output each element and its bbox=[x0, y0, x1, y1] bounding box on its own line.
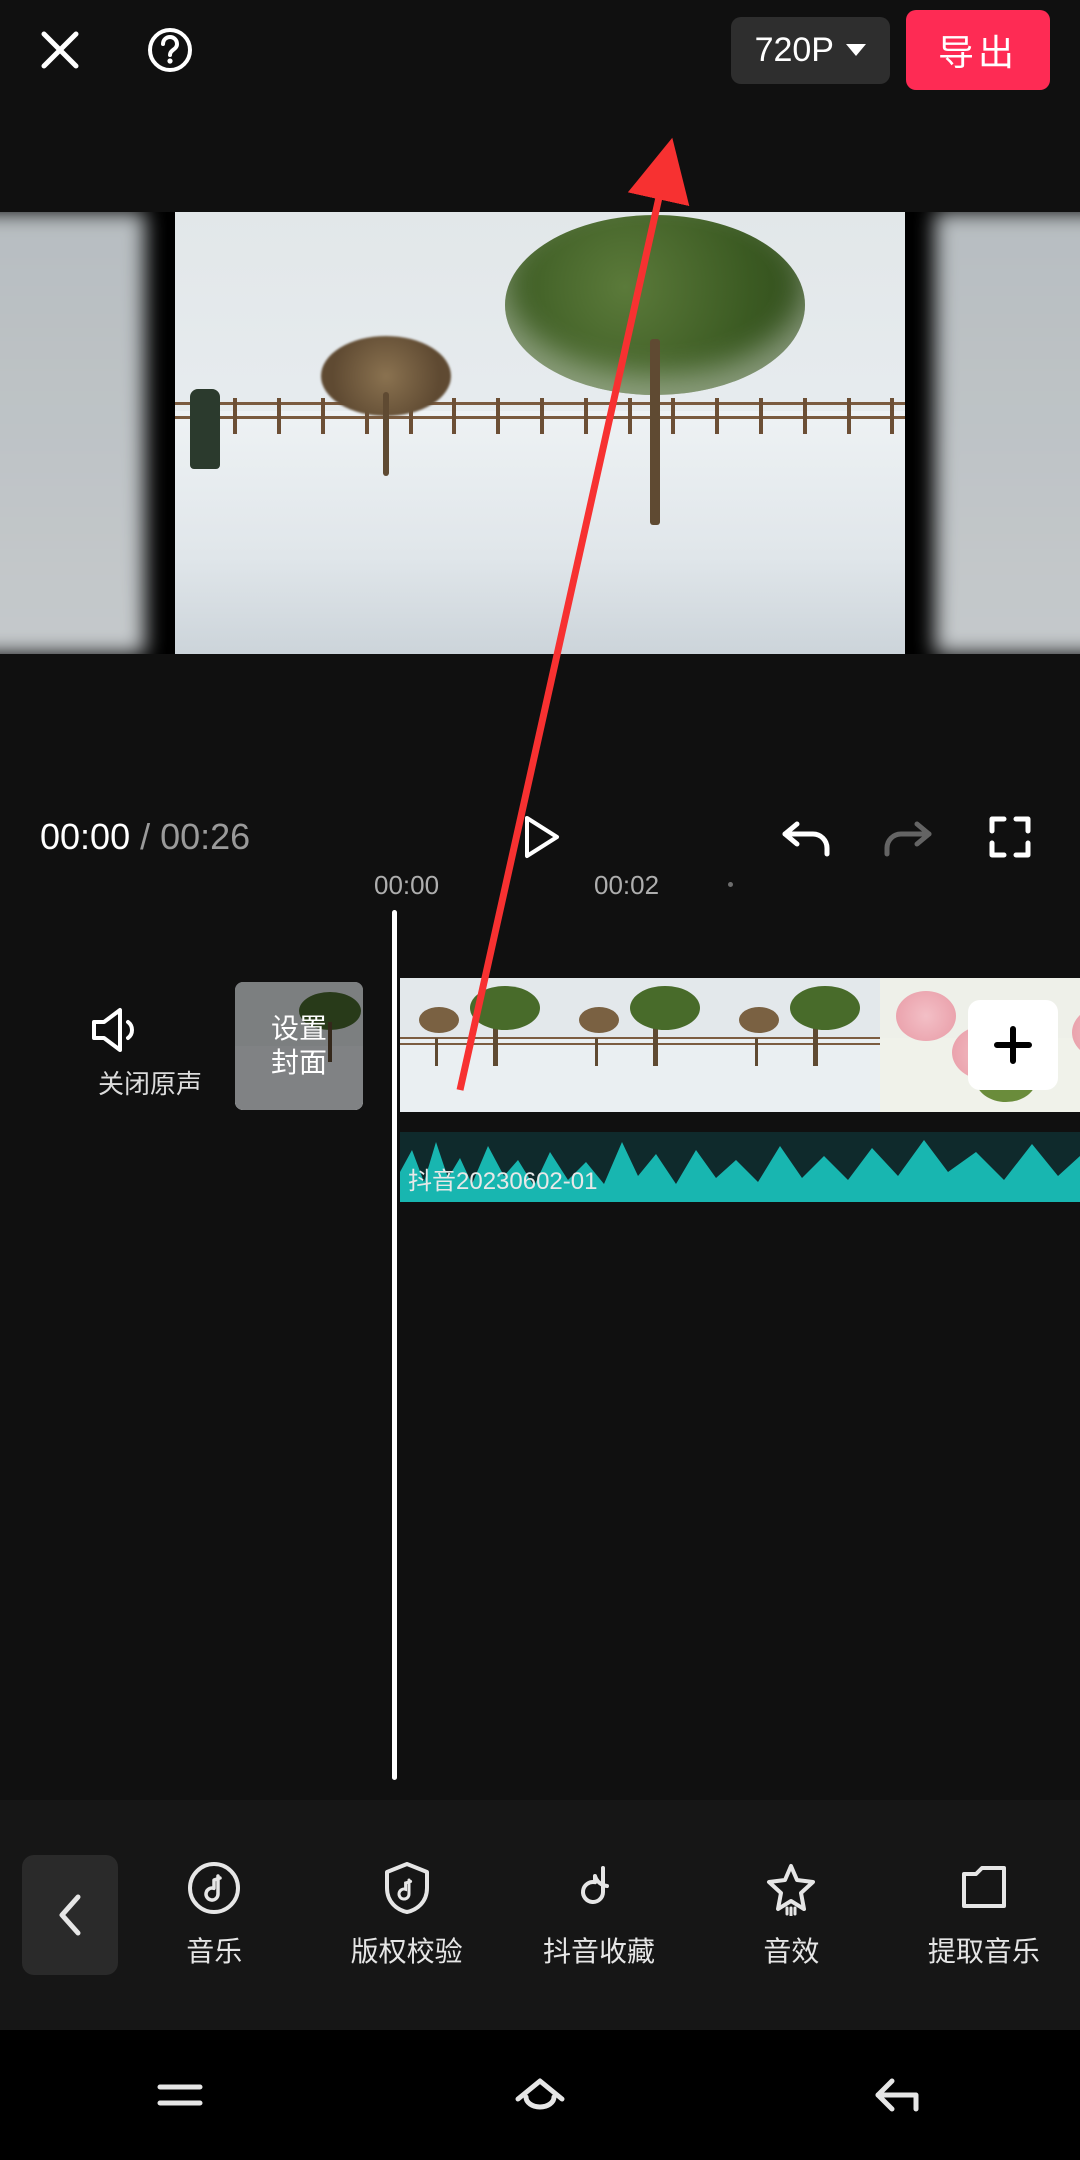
mute-label: 关闭原声 bbox=[90, 1064, 210, 1101]
speaker-icon bbox=[90, 1006, 146, 1054]
tool-label: 提取音乐 bbox=[928, 1930, 1040, 1970]
help-button[interactable] bbox=[140, 20, 200, 80]
undo-button[interactable] bbox=[776, 807, 836, 867]
audio-clip-name: 抖音20230602-01 bbox=[408, 1161, 597, 1196]
preview-blur-right bbox=[935, 212, 1080, 654]
cover-label: 设置 封面 bbox=[271, 1012, 327, 1080]
preview-blur-left bbox=[0, 212, 145, 654]
tool-douyin-fav[interactable]: 抖音收藏 bbox=[503, 1860, 695, 1970]
add-clip-button[interactable] bbox=[968, 1000, 1058, 1090]
video-editor-screen: 720P 导出 00:00 / 00:26 bbox=[0, 0, 1080, 2160]
fullscreen-button[interactable] bbox=[980, 807, 1040, 867]
toolbar-back-button[interactable] bbox=[22, 1855, 118, 1975]
bottom-toolbar: 音乐 版权校验 抖音收藏 音效 提取音乐 bbox=[0, 1800, 1080, 2030]
menu-icon bbox=[154, 2077, 206, 2113]
nav-back-button[interactable] bbox=[840, 2065, 960, 2125]
clip-frame bbox=[560, 978, 720, 1112]
top-bar: 720P 导出 bbox=[0, 0, 1080, 100]
clip-frame bbox=[400, 978, 560, 1112]
system-nav-bar bbox=[0, 2030, 1080, 2160]
chevron-down-icon bbox=[846, 44, 866, 56]
timeline[interactable]: 关闭原声 设置 封面 bbox=[0, 920, 1080, 1800]
tool-sound-fx[interactable]: 音效 bbox=[695, 1860, 887, 1970]
douyin-fav-icon bbox=[571, 1860, 627, 1916]
video-preview[interactable] bbox=[0, 212, 1080, 654]
home-icon bbox=[512, 2073, 568, 2117]
ruler-mark-2: 00:02 bbox=[594, 870, 659, 901]
music-icon bbox=[186, 1860, 242, 1916]
current-time: 00:00 bbox=[40, 816, 130, 858]
clip-frame bbox=[720, 978, 880, 1112]
tool-label: 音效 bbox=[763, 1930, 819, 1970]
tool-label: 抖音收藏 bbox=[543, 1930, 655, 1970]
mute-original-audio[interactable]: 关闭原声 bbox=[90, 1006, 210, 1101]
resolution-label: 720P bbox=[755, 31, 834, 70]
resolution-select[interactable]: 720P bbox=[731, 17, 890, 84]
time-separator: / bbox=[140, 816, 150, 858]
tool-copyright[interactable]: 版权校验 bbox=[310, 1860, 502, 1970]
export-button[interactable]: 导出 bbox=[906, 10, 1050, 90]
close-button[interactable] bbox=[30, 20, 90, 80]
audio-track[interactable]: 抖音20230602-01 bbox=[400, 1132, 1080, 1202]
playhead[interactable] bbox=[392, 910, 397, 1780]
total-time: 00:26 bbox=[160, 816, 250, 858]
preview-frame bbox=[175, 212, 905, 654]
export-label: 导出 bbox=[938, 32, 1018, 73]
extract-music-icon bbox=[956, 1860, 1012, 1916]
tool-music[interactable]: 音乐 bbox=[118, 1860, 310, 1970]
copyright-icon bbox=[379, 1860, 435, 1916]
back-icon bbox=[872, 2075, 928, 2115]
sound-fx-icon bbox=[763, 1860, 819, 1916]
nav-recent-button[interactable] bbox=[120, 2065, 240, 2125]
tool-label: 音乐 bbox=[186, 1930, 242, 1970]
play-button[interactable] bbox=[510, 807, 570, 867]
ruler-mark-0: 00:00 bbox=[374, 870, 439, 901]
playback-controls: 00:00 / 00:26 bbox=[0, 792, 1080, 882]
timeline-ruler[interactable]: 00:00 00:02 bbox=[0, 870, 1080, 910]
nav-home-button[interactable] bbox=[480, 2065, 600, 2125]
plus-icon bbox=[991, 1023, 1035, 1067]
tool-extract-music[interactable]: 提取音乐 bbox=[888, 1860, 1080, 1970]
chevron-left-icon bbox=[56, 1893, 84, 1937]
set-cover-button[interactable]: 设置 封面 bbox=[235, 982, 363, 1110]
tool-label: 版权校验 bbox=[351, 1930, 463, 1970]
redo-button[interactable] bbox=[878, 807, 938, 867]
ruler-tick bbox=[728, 882, 733, 887]
